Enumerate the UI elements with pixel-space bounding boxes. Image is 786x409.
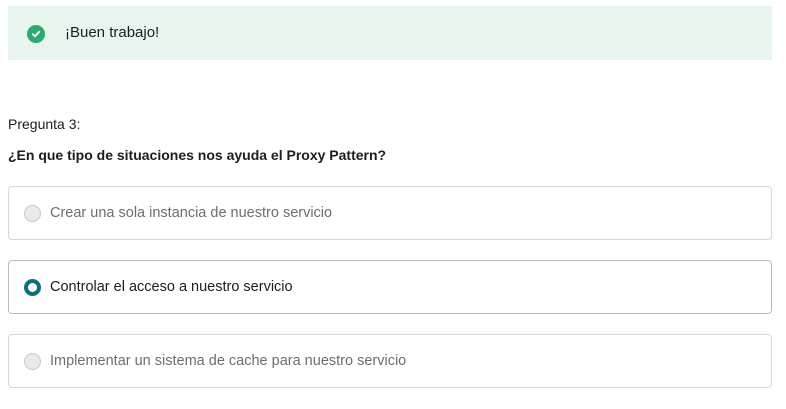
answer-option-2[interactable]: Controlar el acceso a nuestro servicio <box>8 260 772 314</box>
quiz-result-page: ¡Buen trabajo! Pregunta 3: ¿En que tipo … <box>0 0 786 409</box>
answer-option-3[interactable]: Implementar un sistema de cache para nue… <box>8 334 772 388</box>
alert-message: ¡Buen trabajo! <box>65 24 160 41</box>
answer-option-label: Controlar el acceso a nuestro servicio <box>50 279 293 295</box>
question-number: Pregunta 3: <box>8 116 81 132</box>
answer-option-label: Implementar un sistema de cache para nue… <box>50 353 407 369</box>
success-alert: ¡Buen trabajo! <box>8 6 772 60</box>
radio-button-selected[interactable] <box>24 279 41 296</box>
question-text: ¿En que tipo de situaciones nos ayuda el… <box>8 147 387 163</box>
answer-option-1[interactable]: Crear una sola instancia de nuestro serv… <box>8 186 772 240</box>
check-circle-icon <box>27 25 45 43</box>
radio-button[interactable] <box>24 353 41 370</box>
radio-button[interactable] <box>24 205 41 222</box>
answer-option-label: Crear una sola instancia de nuestro serv… <box>50 205 333 221</box>
